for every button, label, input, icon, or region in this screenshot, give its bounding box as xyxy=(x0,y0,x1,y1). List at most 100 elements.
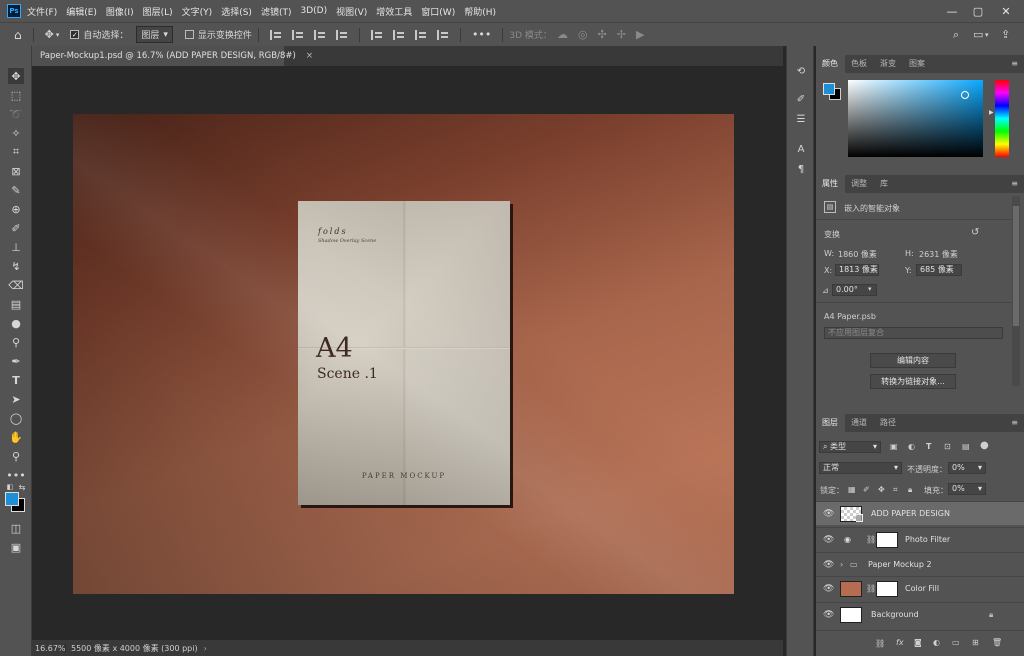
lock-all-icon[interactable]: 🔒︎ xyxy=(908,485,912,495)
healing-brush-tool-icon[interactable]: ⊕ xyxy=(8,201,24,217)
eye-icon[interactable]: 👁︎ xyxy=(823,584,834,594)
ellipse-tool-icon[interactable]: ◯ xyxy=(8,410,24,426)
menu-select[interactable]: 选择(S) xyxy=(221,5,252,18)
new-adjustment-icon[interactable]: ◐ xyxy=(933,638,940,647)
eraser-tool-icon[interactable]: ⌫ xyxy=(8,277,24,293)
path-selection-tool-icon[interactable]: ➤ xyxy=(8,391,24,407)
share-icon[interactable]: ⇪ xyxy=(1001,28,1010,41)
home-icon[interactable]: ⌂ xyxy=(14,28,22,42)
zoom-level[interactable]: 16.67% xyxy=(32,643,66,653)
x-position-field[interactable]: 1813 像素 xyxy=(835,264,879,276)
layer-name[interactable]: ADD PAPER DESIGN xyxy=(871,509,950,518)
chevron-right-icon[interactable]: › xyxy=(204,644,207,653)
3d-drag-icon[interactable]: ✣ xyxy=(598,28,607,41)
layer-effects-icon[interactable]: fx xyxy=(896,638,904,647)
layer-row-photo-filter[interactable]: 👁︎ ◉ ⛓︎ Photo Filter xyxy=(816,527,1024,551)
search-icon[interactable]: ⌕ xyxy=(953,28,959,42)
eyedropper-tool-icon[interactable]: ✎ xyxy=(8,182,24,198)
history-brush-tool-icon[interactable]: ↯ xyxy=(8,258,24,274)
foreground-color-swatch[interactable] xyxy=(5,492,19,506)
properties-scrollbar[interactable] xyxy=(1012,196,1020,386)
eye-icon[interactable]: 👁︎ xyxy=(823,560,834,570)
menu-image[interactable]: 图像(I) xyxy=(106,5,134,18)
type-filter-icon[interactable]: T xyxy=(926,442,931,451)
color-picker-cursor[interactable] xyxy=(961,91,969,99)
layer-row-add-paper-design[interactable]: 👁︎ ▤ ADD PAPER DESIGN xyxy=(816,501,1024,525)
canvas-area[interactable]: folds Shadow Overlay Scene A4 Scene .1 P… xyxy=(32,66,783,640)
lock-transparency-icon[interactable]: ▦ xyxy=(848,485,856,494)
move-tool-icon[interactable]: ✥ xyxy=(45,28,54,41)
brush-settings-icon[interactable]: ✐ xyxy=(794,92,808,106)
blur-tool-icon[interactable]: ● xyxy=(8,315,24,331)
panel-menu-icon[interactable]: ≡ xyxy=(1011,418,1018,427)
tab-swatches[interactable]: 色板 xyxy=(845,55,874,73)
more-options-icon[interactable]: ••• xyxy=(472,28,491,41)
link-layers-icon[interactable]: ⛓︎ xyxy=(875,639,885,648)
chevron-right-icon[interactable]: › xyxy=(840,560,843,569)
minimize-icon[interactable]: — xyxy=(940,0,964,22)
distribute-icon[interactable] xyxy=(335,29,348,40)
move-tool-icon[interactable]: ✥ xyxy=(8,68,24,84)
close-icon[interactable]: ✕ xyxy=(994,0,1018,22)
menu-help[interactable]: 帮助(H) xyxy=(464,5,496,18)
hue-slider-handle-icon[interactable]: ▶ xyxy=(989,109,994,116)
menu-window[interactable]: 窗口(W) xyxy=(421,5,455,18)
3d-slide-icon[interactable]: ✢ xyxy=(617,28,626,41)
foreground-color-swatch[interactable] xyxy=(823,83,835,95)
maximize-icon[interactable]: ▢ xyxy=(966,0,990,22)
filter-toggle-icon[interactable]: ● xyxy=(980,440,989,451)
adjustments-panel-icon[interactable]: ☰ xyxy=(794,112,808,126)
layer-name[interactable]: Color Fill xyxy=(905,584,939,593)
document-tab[interactable]: Paper-Mockup1.psd @ 16.7% (ADD PAPER DES… xyxy=(32,46,313,66)
hue-slider[interactable] xyxy=(995,80,1009,157)
menu-3d[interactable]: 3D(D) xyxy=(300,6,327,16)
default-colors-icon[interactable]: ◧ xyxy=(5,482,15,492)
artboard[interactable]: folds Shadow Overlay Scene A4 Scene .1 P… xyxy=(73,114,734,594)
clone-stamp-tool-icon[interactable]: ⊥ xyxy=(8,239,24,255)
show-transform-checkbox[interactable] xyxy=(184,30,194,39)
chevron-down-icon[interactable]: ▾ xyxy=(985,31,989,39)
tab-properties[interactable]: 属性 xyxy=(816,175,845,193)
chevron-down-icon[interactable]: ▾ xyxy=(868,285,872,293)
lasso-tool-icon[interactable]: ➰ xyxy=(8,106,24,122)
tab-patterns[interactable]: 图案 xyxy=(903,55,932,73)
chevron-down-icon[interactable]: ▾ xyxy=(56,31,60,39)
link-icon[interactable]: ⛓︎ xyxy=(866,584,876,593)
align-bottom-icon[interactable] xyxy=(414,29,427,40)
height-value[interactable]: 2631 像素 xyxy=(919,249,958,260)
delete-layer-icon[interactable]: 🗑︎ xyxy=(992,638,1002,647)
eye-icon[interactable]: 👁︎ xyxy=(823,535,834,545)
distribute-vertical-icon[interactable] xyxy=(436,29,449,40)
tab-libraries[interactable]: 库 xyxy=(874,175,895,193)
frame-tool-icon[interactable]: ⊠ xyxy=(8,163,24,179)
align-right-icon[interactable] xyxy=(313,29,326,40)
menu-file[interactable]: 文件(F) xyxy=(27,5,57,18)
edit-contents-button[interactable]: 编辑内容 xyxy=(870,353,956,368)
menu-edit[interactable]: 编辑(E) xyxy=(66,5,97,18)
menu-layer[interactable]: 图层(L) xyxy=(143,5,173,18)
tab-adjustments[interactable]: 调整 xyxy=(845,175,874,193)
more-tools-icon[interactable]: ••• xyxy=(6,467,25,483)
auto-select-dropdown[interactable]: 图层 ▾ xyxy=(136,26,173,43)
panel-menu-icon[interactable]: ≡ xyxy=(1011,59,1018,68)
paragraph-panel-icon[interactable]: ¶ xyxy=(794,162,808,176)
swap-colors-icon[interactable]: ⇆ xyxy=(17,482,27,492)
lock-artboard-icon[interactable]: ⌗ xyxy=(893,485,898,495)
panel-menu-icon[interactable]: ≡ xyxy=(1011,179,1018,188)
align-left-icon[interactable] xyxy=(269,29,282,40)
eye-icon[interactable]: 👁︎ xyxy=(823,509,834,519)
blend-mode-dropdown[interactable]: 正常 ▾ xyxy=(819,462,902,474)
new-group-icon[interactable]: ▭ xyxy=(952,638,960,647)
shape-filter-icon[interactable]: ⊡ xyxy=(944,442,951,451)
magic-wand-tool-icon[interactable]: ✧ xyxy=(8,125,24,141)
3d-orbit-icon[interactable]: ☁ xyxy=(557,28,568,41)
brush-tool-icon[interactable]: ✐ xyxy=(8,220,24,236)
width-value[interactable]: 1860 像素 xyxy=(838,249,877,260)
eye-icon[interactable]: 👁︎ xyxy=(823,610,834,620)
layer-row-color-fill[interactable]: 👁︎ ⛓︎ Color Fill xyxy=(816,576,1024,600)
layer-name[interactable]: Photo Filter xyxy=(905,535,950,544)
align-middle-icon[interactable] xyxy=(392,29,405,40)
lock-pixels-icon[interactable]: ✐ xyxy=(863,485,870,494)
align-center-icon[interactable] xyxy=(291,29,304,40)
tab-layers[interactable]: 图层 xyxy=(816,414,845,432)
